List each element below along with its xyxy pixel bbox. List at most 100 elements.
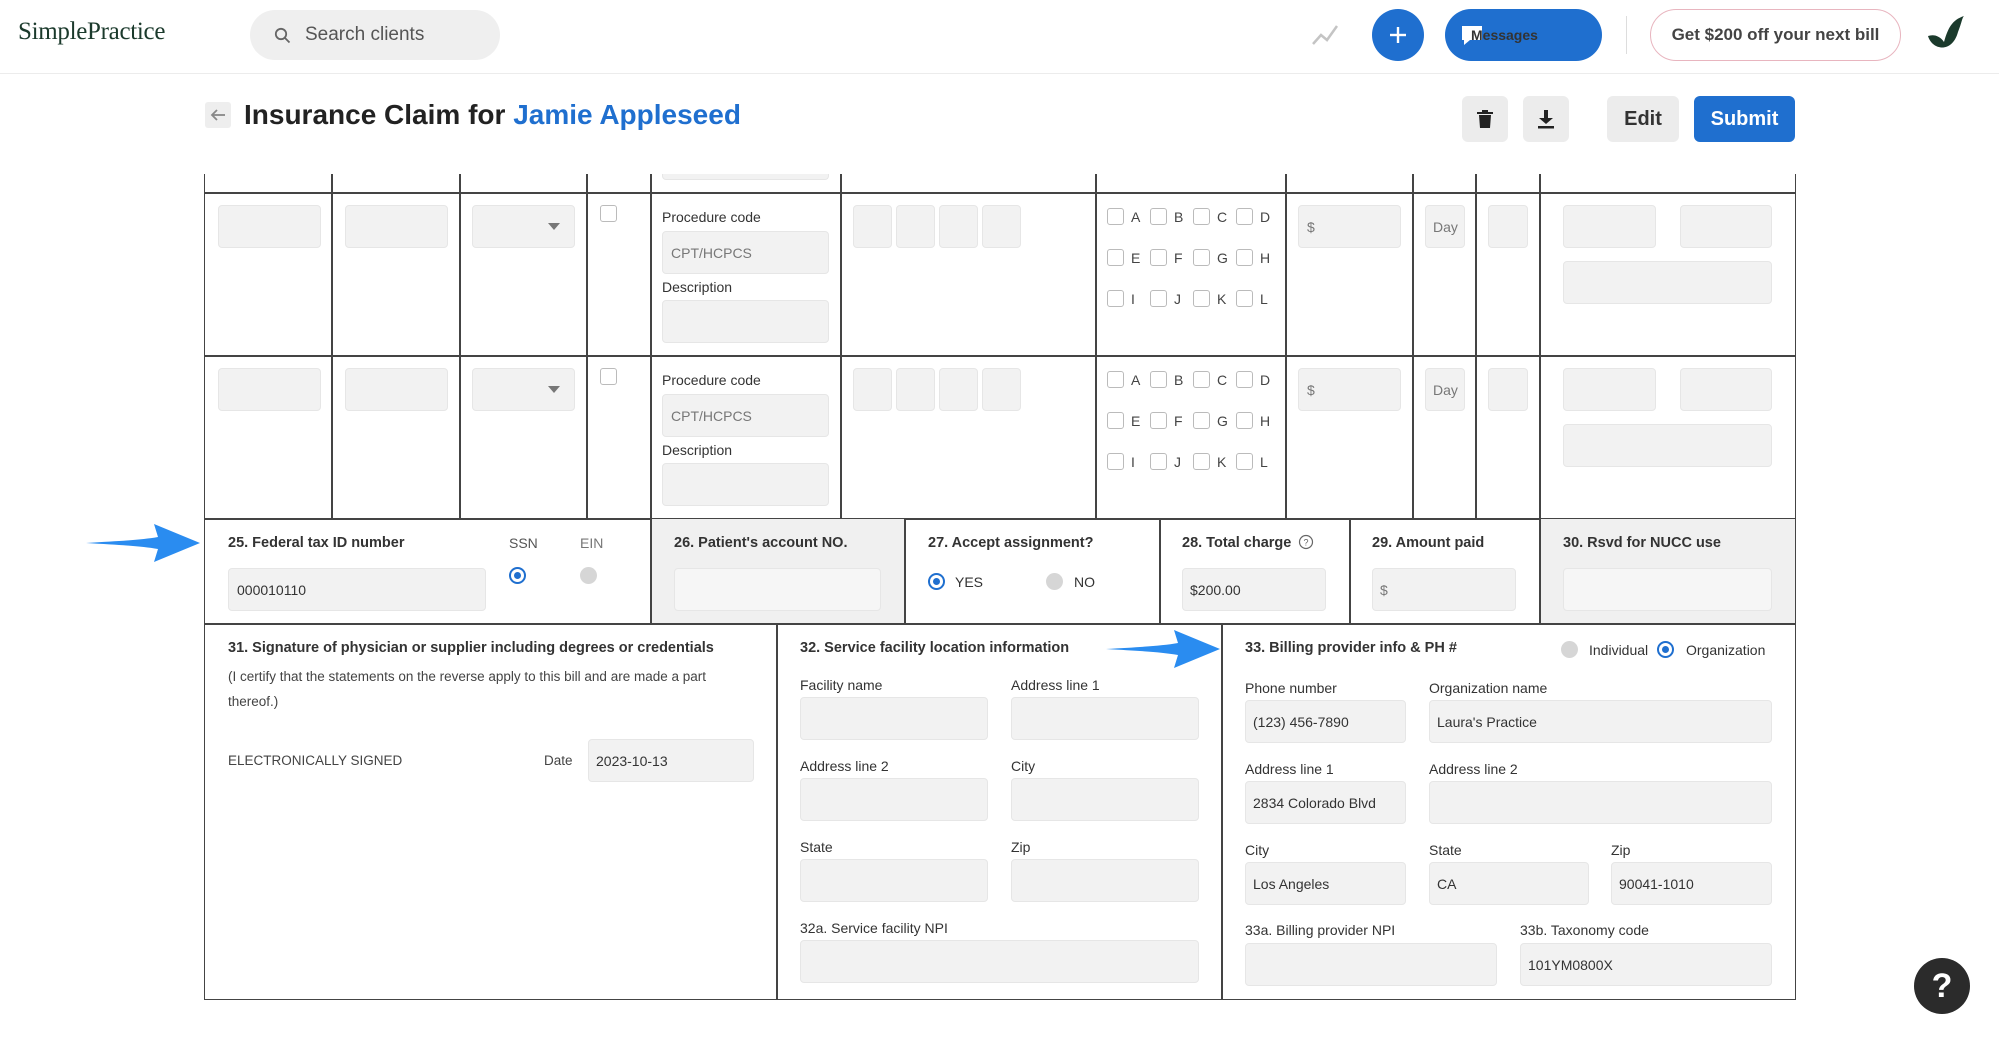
diagnosis-pointer-checkbox[interactable] <box>1193 371 1210 388</box>
procedure-code-input[interactable]: CPT/HCPCS <box>662 394 829 437</box>
search-input[interactable]: Search clients <box>305 24 424 46</box>
signature-date-input[interactable]: 2023-10-13 <box>588 739 754 782</box>
diagnosis-pointer-checkbox[interactable] <box>1236 453 1253 470</box>
billing-address1-input[interactable]: 2834 Colorado Blvd <box>1245 781 1406 824</box>
diagnosis-pointer-checkbox[interactable] <box>1107 290 1124 307</box>
diagnosis-pointer-checkbox[interactable] <box>1193 249 1210 266</box>
organization-name-input[interactable]: Laura's Practice <box>1429 700 1772 743</box>
create-new-button[interactable] <box>1372 9 1424 61</box>
submit-button[interactable]: Submit <box>1694 96 1795 142</box>
search-bar[interactable]: Search clients <box>250 10 500 60</box>
rendering-id-qualifier-input[interactable] <box>1563 205 1656 248</box>
delete-button[interactable] <box>1462 96 1508 142</box>
info-icon[interactable]: ? <box>1298 534 1314 550</box>
place-of-service-select[interactable] <box>472 205 575 248</box>
date-from-input[interactable] <box>218 205 321 248</box>
modifier-input[interactable] <box>939 368 978 411</box>
facility-npi-input[interactable] <box>800 940 1199 983</box>
facility-zip-input[interactable] <box>1011 859 1199 902</box>
accept-no-radio[interactable] <box>1046 573 1063 590</box>
taxonomy-code-input[interactable]: 101YM0800X <box>1520 943 1772 986</box>
procedure-code-input[interactable]: CPT/HCPCS <box>662 231 829 274</box>
diagnosis-pointer-checkbox[interactable] <box>1236 412 1253 429</box>
days-input[interactable]: Day <box>1425 205 1465 248</box>
nucc-reserved-input[interactable] <box>1563 568 1772 611</box>
trend-icon[interactable] <box>1310 20 1340 50</box>
modifier-input[interactable] <box>982 368 1021 411</box>
patient-account-input[interactable] <box>674 568 881 611</box>
diagnosis-pointer-checkbox[interactable] <box>1236 208 1253 225</box>
diagnosis-pointer-checkbox[interactable] <box>1107 249 1124 266</box>
diagnosis-pointer-checkbox[interactable] <box>1193 453 1210 470</box>
rendering-npi-input[interactable] <box>1680 368 1772 411</box>
organization-radio[interactable] <box>1657 641 1674 658</box>
individual-radio[interactable] <box>1561 641 1578 658</box>
brand-leaf-icon[interactable] <box>1922 12 1968 58</box>
billing-npi-input[interactable] <box>1245 943 1497 986</box>
emergency-checkbox[interactable] <box>600 205 617 222</box>
rendering-id-qualifier-input[interactable] <box>1563 368 1656 411</box>
ssn-radio[interactable] <box>509 567 526 584</box>
charge-input[interactable]: $ <box>1298 368 1401 411</box>
modifier-input[interactable] <box>939 205 978 248</box>
help-button[interactable]: ? <box>1914 958 1970 1014</box>
diagnosis-pointer-checkbox[interactable] <box>1236 290 1253 307</box>
diagnosis-pointer-checkbox[interactable] <box>1193 412 1210 429</box>
facility-state-input[interactable] <box>800 859 988 902</box>
charge-input[interactable]: $ <box>1298 205 1401 248</box>
messages-button[interactable]: Messages <box>1445 9 1602 61</box>
diagnosis-pointer-checkbox[interactable] <box>1236 371 1253 388</box>
app-logo[interactable]: SimplePractice <box>18 18 165 46</box>
federal-tax-id-input[interactable]: 000010110 <box>228 568 486 611</box>
billing-zip-input[interactable]: 90041-1010 <box>1611 862 1772 905</box>
diagnosis-pointer-checkbox[interactable] <box>1150 371 1167 388</box>
date-to-input[interactable] <box>345 368 448 411</box>
diagnosis-pointer-checkbox[interactable] <box>1150 208 1167 225</box>
billing-state-input[interactable]: CA <box>1429 862 1589 905</box>
billing-city-input[interactable]: Los Angeles <box>1245 862 1406 905</box>
facility-address2-input[interactable] <box>800 778 988 821</box>
facility-address1-input[interactable] <box>1011 697 1199 740</box>
facility-city-input[interactable] <box>1011 778 1199 821</box>
diagnosis-pointer-checkbox[interactable] <box>1150 412 1167 429</box>
place-of-service-select[interactable] <box>472 368 575 411</box>
rendering-provider-input[interactable] <box>1563 261 1772 304</box>
modifier-input[interactable] <box>896 368 935 411</box>
modifier-input[interactable] <box>982 205 1021 248</box>
diagnosis-pointer-checkbox[interactable] <box>1193 208 1210 225</box>
diagnosis-pointer-checkbox[interactable] <box>1107 453 1124 470</box>
diagnosis-pointer-checkbox[interactable] <box>1107 412 1124 429</box>
modifier-input[interactable] <box>853 368 892 411</box>
date-from-input[interactable] <box>218 368 321 411</box>
diagnosis-pointer-checkbox[interactable] <box>1150 453 1167 470</box>
days-input[interactable]: Day <box>1425 368 1465 411</box>
promo-button[interactable]: Get $200 off your next bill <box>1650 9 1901 61</box>
description-input[interactable] <box>662 300 829 343</box>
download-button[interactable] <box>1523 96 1569 142</box>
edit-button[interactable]: Edit <box>1607 96 1679 142</box>
date-to-input[interactable] <box>345 205 448 248</box>
modifier-input[interactable] <box>853 205 892 248</box>
rendering-npi-input[interactable] <box>1680 205 1772 248</box>
billing-address2-input[interactable] <box>1429 781 1772 824</box>
modifier-input[interactable] <box>896 205 935 248</box>
diagnosis-pointer-checkbox[interactable] <box>1150 290 1167 307</box>
diagnosis-pointer-checkbox[interactable] <box>1150 249 1167 266</box>
diagnosis-pointer-checkbox[interactable] <box>1236 249 1253 266</box>
amount-paid-input[interactable]: $ <box>1372 568 1516 611</box>
accept-yes-radio[interactable] <box>928 573 945 590</box>
epsdt-input[interactable] <box>1488 368 1528 411</box>
diagnosis-pointer-checkbox[interactable] <box>1107 371 1124 388</box>
client-name-link[interactable]: Jamie Appleseed <box>513 99 741 130</box>
diagnosis-pointer-checkbox[interactable] <box>1193 290 1210 307</box>
epsdt-input[interactable] <box>1488 205 1528 248</box>
facility-name-input[interactable] <box>800 697 988 740</box>
total-charge-input[interactable]: $200.00 <box>1182 568 1326 611</box>
rendering-provider-input[interactable] <box>1563 424 1772 467</box>
diagnosis-pointer-checkbox[interactable] <box>1107 208 1124 225</box>
ein-radio[interactable] <box>580 567 597 584</box>
back-button[interactable] <box>205 102 231 128</box>
emergency-checkbox[interactable] <box>600 368 617 385</box>
phone-number-input[interactable]: (123) 456-7890 <box>1245 700 1406 743</box>
description-input[interactable] <box>662 463 829 506</box>
